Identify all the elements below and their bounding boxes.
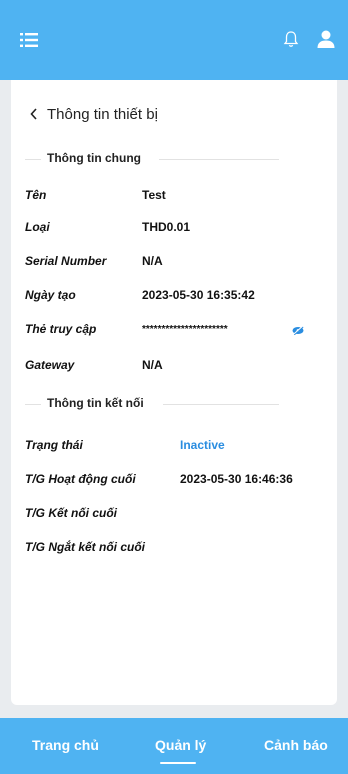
field-gateway: Gateway N/A <box>25 358 325 376</box>
field-value: THD0.01 <box>142 220 191 234</box>
device-info-card: Thông tin thiết bị Thông tin chung Tên T… <box>11 80 337 705</box>
bell-icon[interactable] <box>283 30 299 48</box>
masked-value: ********************** <box>142 324 228 335</box>
nav-management[interactable]: Quản lý <box>155 737 206 753</box>
field-value: 2023-05-30 16:46:36 <box>180 472 293 486</box>
nav-alerts[interactable]: Cảnh báo <box>264 737 328 753</box>
connection-info-section-header: Thông tin kết nối <box>25 394 325 414</box>
field-value: N/A <box>142 358 163 372</box>
field-label: Ngày tạo <box>25 288 76 302</box>
field-label: Loại <box>25 220 50 234</box>
field-created-date: Ngày tạo 2023-05-30 16:35:42 <box>25 288 325 306</box>
field-value: N/A <box>142 254 163 268</box>
field-value: Test <box>142 188 166 202</box>
field-value: 2023-05-30 16:35:42 <box>142 288 255 302</box>
field-type: Loại THD0.01 <box>25 220 325 238</box>
field-label: Thẻ truy cập <box>25 322 97 336</box>
page-title: Thông tin thiết bị <box>47 105 158 123</box>
divider <box>25 159 41 160</box>
chevron-left-icon[interactable] <box>29 107 39 121</box>
menu-icon[interactable] <box>20 32 38 48</box>
divider <box>159 159 279 160</box>
eye-slash-icon[interactable] <box>292 326 304 335</box>
top-app-bar <box>0 0 348 80</box>
field-access-card: Thẻ truy cập ********************** <box>25 322 325 340</box>
field-label: T/G Ngắt kết nối cuối <box>25 540 146 554</box>
active-tab-indicator <box>160 762 196 764</box>
field-last-connected: T/G Kết nối cuối <box>25 506 325 524</box>
bottom-navigation: Trang chủ Quản lý Cảnh báo <box>0 718 348 774</box>
field-label: Trạng thái <box>25 438 83 452</box>
field-label: T/G Hoạt động cuối <box>25 472 136 486</box>
general-info-title: Thông tin chung <box>47 151 141 165</box>
field-name: Tên Test <box>25 188 325 206</box>
field-status: Trạng thái Inactive <box>25 438 325 456</box>
divider <box>25 404 41 405</box>
user-icon[interactable] <box>316 29 336 49</box>
field-label: Tên <box>25 188 47 202</box>
field-last-disconnected: T/G Ngắt kết nối cuối <box>25 540 325 558</box>
connection-info-title: Thông tin kết nối <box>47 396 144 410</box>
status-value[interactable]: Inactive <box>180 438 225 452</box>
field-label: Gateway <box>25 358 75 372</box>
field-serial-number: Serial Number N/A <box>25 254 325 272</box>
back-header[interactable]: Thông tin thiết bị <box>29 102 158 126</box>
general-info-section-header: Thông tin chung <box>25 149 325 169</box>
field-label: T/G Kết nối cuối <box>25 506 117 520</box>
divider <box>163 404 279 405</box>
field-label: Serial Number <box>25 254 107 268</box>
field-last-active: T/G Hoạt động cuối 2023-05-30 16:46:36 <box>25 472 325 490</box>
nav-home[interactable]: Trang chủ <box>32 737 99 753</box>
